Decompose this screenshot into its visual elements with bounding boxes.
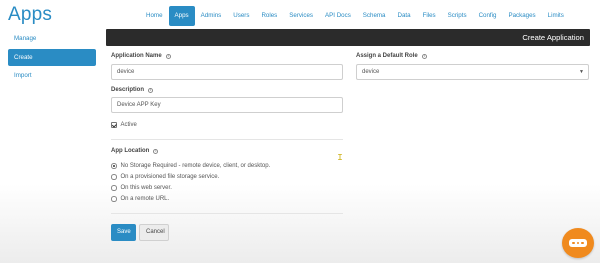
page: Apps Home Apps Admins Users Roles Servic… [0,0,600,263]
nav-data[interactable]: Data [392,6,417,26]
app-location-label-text: App Location [111,148,150,154]
sidebar-item-import[interactable]: Import [8,67,96,84]
info-icon[interactable]: i [165,54,171,59]
app-name-label: Application Name i [111,53,171,59]
active-checkbox-row[interactable]: Active [111,122,137,128]
description-label: Description i [111,87,154,93]
location-option-remote-url[interactable]: On a remote URL. [111,196,169,202]
panel-header: Create Application [106,29,590,46]
app-name-label-text: Application Name [111,53,162,59]
nav-config[interactable]: Config [473,6,503,26]
nav-schema[interactable]: Schema [357,6,392,26]
radio-button[interactable] [111,174,117,180]
nav-users[interactable]: Users [227,6,255,26]
app-title: Apps [8,4,53,25]
description-input[interactable]: Device APP Key [111,97,343,113]
location-option-label: On a remote URL. [120,196,170,202]
radio-button[interactable] [111,163,117,169]
chat-icon[interactable] [562,228,594,258]
location-option-label: On this web server. [120,185,172,191]
active-checkbox[interactable] [111,122,117,128]
panel-title: Create Application [522,33,584,42]
default-role-label: Assign a Default Role i [356,53,427,59]
caret-down-icon: ▼ [579,69,584,75]
info-icon[interactable]: i [153,149,159,154]
save-button[interactable]: Save [111,224,136,241]
nav-packages[interactable]: Packages [502,6,541,26]
sidebar: Manage Create Import [8,30,96,86]
location-option-web-server[interactable]: On this web server. [111,185,172,191]
divider [111,213,343,214]
cancel-button[interactable]: Cancel [139,224,169,241]
description-label-text: Description [111,87,145,93]
nav-roles[interactable]: Roles [255,6,283,26]
nav-api-docs[interactable]: API Docs [319,6,357,26]
location-option-file-storage[interactable]: On a provisioned file storage service. [111,174,219,180]
location-option-label: On a provisioned file storage service. [120,174,220,180]
sidebar-item-manage[interactable]: Manage [8,30,96,47]
sidebar-item-create[interactable]: Create [8,48,96,66]
active-label: Active [120,122,137,128]
default-role-label-text: Assign a Default Role [356,53,418,59]
info-icon[interactable]: i [148,88,154,93]
default-role-value: device [362,69,380,75]
chat-dots [569,238,587,248]
nav-scripts[interactable]: Scripts [442,6,473,26]
radio-button[interactable] [111,185,117,191]
divider [111,139,343,140]
nav-apps[interactable]: Apps [168,6,195,26]
nav-limits[interactable]: Limits [542,6,570,26]
app-name-input[interactable]: device [111,64,343,80]
default-role-select[interactable]: device ▼ [356,64,589,80]
info-icon[interactable]: i [421,54,427,59]
top-navigation: Home Apps Admins Users Roles Services AP… [140,6,570,26]
nav-files[interactable]: Files [417,6,442,26]
location-option-label: No Storage Required - remote device, cli… [120,163,271,169]
nav-home[interactable]: Home [140,6,169,26]
text-cursor-icon: Ｉ [336,153,344,162]
nav-admins[interactable]: Admins [195,6,228,26]
nav-services[interactable]: Services [283,6,319,26]
radio-button[interactable] [111,196,117,202]
app-location-label: App Location i [111,148,159,154]
location-option-no-storage[interactable]: No Storage Required - remote device, cli… [111,163,270,169]
